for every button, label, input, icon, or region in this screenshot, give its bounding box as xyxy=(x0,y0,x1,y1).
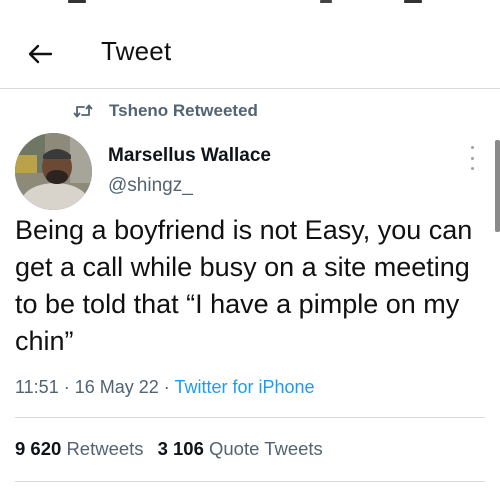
dot xyxy=(470,156,474,160)
status-bar-fragment xyxy=(320,0,332,3)
quote-tweets-count: 3 106 xyxy=(157,438,204,459)
social-context-text: Tsheno Retweeted xyxy=(109,101,258,120)
dot xyxy=(470,167,474,170)
more-options-icon[interactable] xyxy=(466,146,478,170)
quote-tweets-label: Quote Tweets xyxy=(209,438,323,459)
tweet-time[interactable]: 11:51 xyxy=(15,377,59,397)
status-bar-fragment xyxy=(68,0,86,3)
status-bar-fragment xyxy=(404,0,422,3)
quote-tweets-stat[interactable]: 3 106 Quote Tweets xyxy=(158,438,323,459)
retweet-icon xyxy=(73,103,93,119)
back-button[interactable] xyxy=(24,38,56,70)
tweet-text: Being a boyfriend is not Easy, you can g… xyxy=(15,215,473,356)
divider xyxy=(15,417,485,418)
avatar-image xyxy=(15,133,92,210)
retweets-label: Retweets xyxy=(66,438,144,459)
scrollbar[interactable] xyxy=(495,140,500,232)
status-bar-remnant xyxy=(0,0,500,10)
divider xyxy=(0,88,500,89)
social-context[interactable]: Tsheno Retweeted xyxy=(73,101,258,121)
page-title: Tweet xyxy=(101,36,172,66)
retweets-stat[interactable]: 9 620 Retweets xyxy=(15,438,144,459)
tweet-stats: 9 620 Retweets 3 106 Quote Tweets xyxy=(15,438,337,460)
arrow-left-icon xyxy=(28,44,53,64)
author-display-name[interactable]: Marsellus Wallace xyxy=(108,145,271,167)
retweets-count: 9 620 xyxy=(15,438,62,459)
divider xyxy=(15,481,485,482)
tweet-metadata: 11:51 · 16 May 22 · Twitter for iPhone xyxy=(15,377,315,398)
dot xyxy=(470,146,474,149)
avatar[interactable] xyxy=(15,133,92,210)
tweet-source-link[interactable]: Twitter for iPhone xyxy=(174,377,314,397)
tweet-date[interactable]: 16 May 22 xyxy=(75,377,159,397)
author-handle[interactable]: @shingz_ xyxy=(108,175,193,197)
meta-separator: · xyxy=(58,377,75,397)
app-header: Tweet xyxy=(0,18,500,84)
meta-separator: · xyxy=(158,377,175,397)
